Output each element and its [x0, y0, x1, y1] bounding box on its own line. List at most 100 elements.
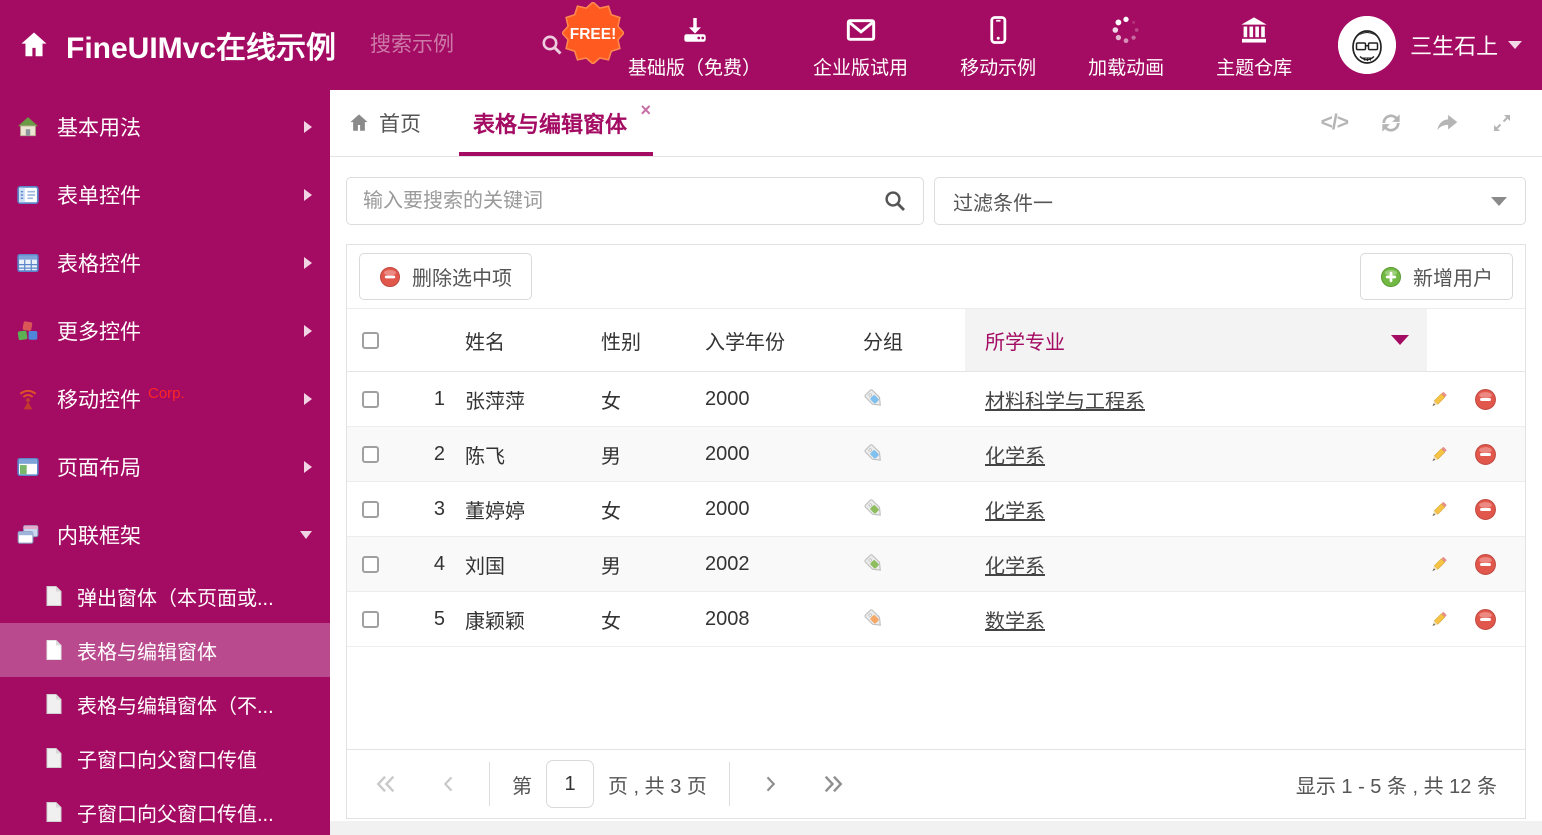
- nav-enterprise-trial[interactable]: 企业版试用: [813, 10, 908, 80]
- page-suffix: 页 , 共 3 页: [608, 775, 707, 798]
- share-icon[interactable]: [1434, 110, 1460, 136]
- edit-icon[interactable]: [1427, 608, 1450, 631]
- cell-group: [843, 482, 965, 536]
- cell-year: 2000: [705, 387, 750, 410]
- table-row: 5 康颖颖 女 2008 数学系: [347, 592, 1525, 647]
- file-icon: [46, 748, 62, 768]
- sidebar-item-page-layout[interactable]: 页面布局: [0, 433, 330, 501]
- windows-icon: [17, 525, 39, 544]
- sidebar-item-mobile-controls[interactable]: 移动控件 Corp.: [0, 365, 330, 433]
- delete-selected-button[interactable]: 删除选中项: [359, 253, 532, 300]
- chevron-down-icon: [1508, 41, 1523, 49]
- prev-page-icon[interactable]: [439, 773, 459, 795]
- nav-basic-free[interactable]: FREE! 基础版（免费）: [562, 2, 761, 80]
- tab-grid-edit-window[interactable]: 表格与编辑窗体 ×: [459, 90, 654, 156]
- page-number-input[interactable]: 1: [546, 760, 594, 808]
- sidebar-subitem-label: 子窗口向父窗口传值: [77, 749, 257, 772]
- username: 三生石上: [1410, 34, 1499, 59]
- sidebar-subitem-child-to-parent-2[interactable]: 子窗口向父窗口传值...: [0, 785, 330, 835]
- sidebar-item-inline-frame[interactable]: 内联框架: [0, 501, 330, 569]
- chevron-right-icon: [304, 189, 312, 201]
- edit-icon[interactable]: [1427, 443, 1450, 466]
- sidebar-subitem-child-to-parent[interactable]: 子窗口向父窗口传值: [0, 731, 330, 785]
- home-logo-icon[interactable]: [18, 29, 50, 61]
- app-header: FineUIMvc在线示例 FREE! 基础版（免费） 企业版试用 移动: [0, 0, 1542, 90]
- major-link[interactable]: 化学系: [985, 550, 1045, 579]
- sidebar: 基本用法 表单控件 表格控件 更多控件 移动控件 Corp. 页面布局 内联框架…: [0, 90, 330, 835]
- delete-row-icon[interactable]: [1474, 608, 1497, 631]
- nav-label: 移动示例: [960, 58, 1037, 79]
- sidebar-item-grid-controls[interactable]: 表格控件: [0, 229, 330, 297]
- nav-loading-animation[interactable]: 加载动画: [1088, 10, 1164, 80]
- delete-row-icon[interactable]: [1474, 498, 1497, 521]
- nav-label: 加载动画: [1088, 58, 1165, 79]
- close-icon[interactable]: ×: [641, 101, 652, 119]
- row-checkbox[interactable]: [362, 500, 379, 518]
- select-all-checkbox[interactable]: [362, 331, 379, 349]
- bank-icon: [1237, 10, 1271, 46]
- keyword-search-input[interactable]: [363, 189, 883, 213]
- column-header-index: [407, 309, 445, 371]
- search-icon[interactable]: [540, 33, 564, 57]
- refresh-icon[interactable]: [1378, 110, 1404, 136]
- sidebar-item-basic-usage[interactable]: 基本用法: [0, 93, 330, 161]
- edit-icon[interactable]: [1427, 553, 1450, 576]
- delete-row-icon[interactable]: [1474, 443, 1497, 466]
- tab-toolbar: </>: [1321, 90, 1542, 156]
- app-title: FineUIMvc在线示例: [66, 32, 337, 65]
- table-row: 3 董婷婷 女 2000 化学系: [347, 482, 1525, 537]
- row-checkbox[interactable]: [362, 445, 379, 463]
- expand-icon[interactable]: [1490, 111, 1514, 135]
- cell-group: [843, 427, 965, 481]
- chevron-right-icon: [304, 257, 312, 269]
- filter-dropdown[interactable]: 过滤条件一: [934, 177, 1526, 225]
- column-header-year[interactable]: 入学年份: [685, 309, 843, 371]
- nav-mobile-demo[interactable]: 移动示例: [960, 10, 1036, 80]
- cell-group: [843, 537, 965, 591]
- sidebar-item-form-controls[interactable]: 表单控件: [0, 161, 330, 229]
- first-page-icon[interactable]: [375, 773, 397, 795]
- column-header-gender[interactable]: 性别: [581, 309, 685, 371]
- tab-home[interactable]: 首页: [348, 90, 421, 156]
- major-link[interactable]: 材料科学与工程系: [985, 385, 1145, 414]
- sidebar-item-label: 基本用法: [57, 117, 141, 140]
- edit-icon[interactable]: [1427, 498, 1450, 521]
- user-menu[interactable]: 三生石上: [1338, 16, 1542, 74]
- keyword-search-box: [346, 177, 924, 225]
- column-header-group[interactable]: 分组: [843, 309, 965, 371]
- column-menu-arrow-icon[interactable]: [1391, 335, 1409, 345]
- table-row: 1 张萍萍 女 2000 材料科学与工程系: [347, 372, 1525, 427]
- sidebar-subitem-grid-edit-window-2[interactable]: 表格与编辑窗体（不...: [0, 677, 330, 731]
- sidebar-item-label: 表单控件: [57, 185, 141, 208]
- edit-icon[interactable]: [1427, 388, 1450, 411]
- row-checkbox[interactable]: [362, 555, 379, 573]
- corp-badge: Corp.: [148, 384, 185, 402]
- delete-row-icon[interactable]: [1474, 553, 1497, 576]
- grid-header-row: 姓名 性别 入学年份 分组 所学专业: [347, 309, 1525, 372]
- download-icon: [679, 10, 711, 46]
- major-link[interactable]: 化学系: [985, 495, 1045, 524]
- major-link[interactable]: 数学系: [985, 605, 1045, 634]
- search-icon[interactable]: [883, 189, 907, 213]
- last-page-icon[interactable]: [822, 773, 844, 795]
- sidebar-subitem-grid-edit-window[interactable]: 表格与编辑窗体: [0, 623, 330, 677]
- add-user-button[interactable]: 新增用户: [1360, 253, 1513, 300]
- grid-toolbar: 删除选中项 新增用户: [347, 245, 1525, 309]
- sidebar-item-more-controls[interactable]: 更多控件: [0, 297, 330, 365]
- page-content: 过滤条件一 删除选中项 新增用户 姓名 性别 入学年份: [330, 157, 1542, 819]
- column-header-major-label: 所学专业: [985, 331, 1065, 354]
- column-header-major[interactable]: 所学专业: [965, 309, 1427, 371]
- sidebar-subitem-popup-window[interactable]: 弹出窗体（本页面或...: [0, 569, 330, 623]
- pager-divider: [489, 762, 490, 806]
- nav-theme-repo[interactable]: 主题仓库: [1216, 10, 1292, 80]
- column-header-name[interactable]: 姓名: [445, 309, 581, 371]
- header-search-input[interactable]: [370, 33, 521, 57]
- row-checkbox[interactable]: [362, 610, 379, 628]
- major-link[interactable]: 化学系: [985, 440, 1045, 469]
- delete-row-icon[interactable]: [1474, 388, 1497, 411]
- cell-group: [843, 372, 965, 426]
- view-source-icon[interactable]: </>: [1321, 111, 1349, 135]
- next-page-icon[interactable]: [760, 773, 780, 795]
- table-icon: [17, 253, 39, 273]
- row-checkbox[interactable]: [362, 390, 379, 408]
